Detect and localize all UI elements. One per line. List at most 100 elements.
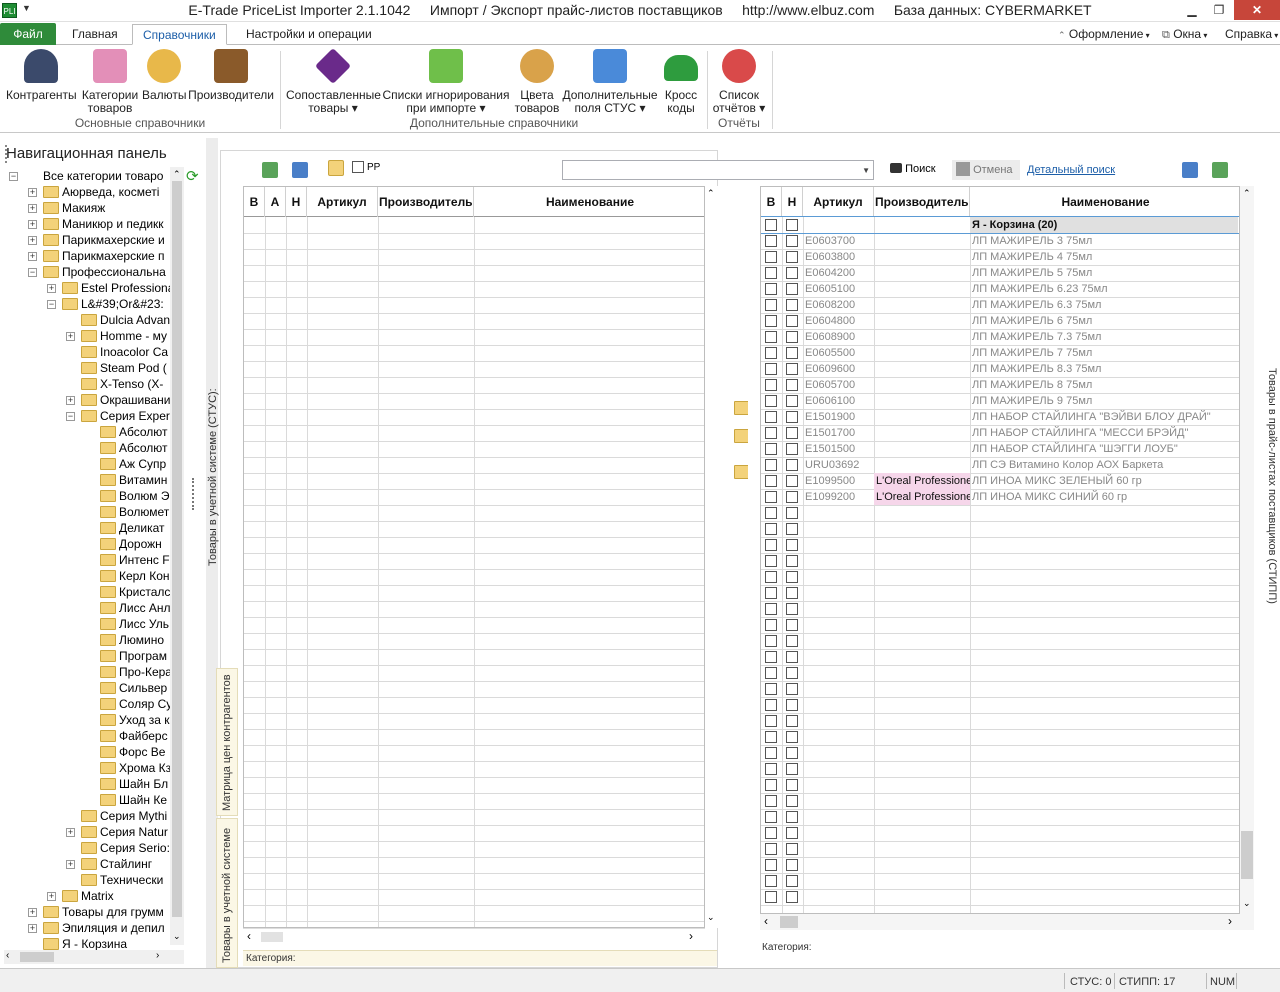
col-header-a[interactable]: А — [265, 187, 286, 217]
checkbox-v[interactable] — [765, 507, 777, 519]
mapped-goods-button[interactable]: Сопоставленные товары ▾ — [286, 47, 381, 115]
table-row[interactable] — [761, 649, 1239, 665]
checkbox-n[interactable] — [786, 619, 798, 631]
tree-item[interactable]: + Серия Natur — [4, 824, 174, 840]
checkbox-n[interactable] — [786, 731, 798, 743]
checkbox-v[interactable] — [765, 763, 777, 775]
expand-icon[interactable]: + — [28, 204, 37, 213]
checkbox-n[interactable] — [786, 363, 798, 375]
expand-icon[interactable]: + — [47, 892, 56, 901]
checkbox-n[interactable] — [786, 571, 798, 583]
tree-item[interactable]: Шайн Бл — [4, 776, 174, 792]
collapse-icon[interactable]: − — [28, 268, 37, 277]
sort-icon[interactable] — [1182, 162, 1198, 178]
tree-item[interactable]: Интенс F — [4, 552, 174, 568]
checkbox-v[interactable] — [765, 667, 777, 679]
scroll-down-icon[interactable]: ⌄ — [1243, 898, 1251, 909]
tree-item[interactable]: Steam Pod ( — [4, 360, 174, 376]
col-header-n[interactable]: Н — [782, 187, 803, 217]
expand-icon[interactable]: + — [28, 908, 37, 917]
table-row[interactable] — [761, 665, 1239, 681]
table-row[interactable]: URU03692 ЛП СЭ Витамино Колор АОХ Баркета — [761, 457, 1239, 473]
checkbox-v[interactable] — [765, 283, 777, 295]
checkbox-v[interactable] — [765, 315, 777, 327]
col-header-name[interactable]: Наименование — [474, 187, 704, 217]
checkbox-v[interactable] — [765, 779, 777, 791]
tree-item[interactable]: + Парикмахерские п — [4, 248, 174, 264]
checkbox-v[interactable] — [765, 603, 777, 615]
currencies-button[interactable]: Валюты — [142, 49, 187, 102]
col-header-article[interactable]: Артикул — [307, 187, 378, 217]
col-header-v[interactable]: В — [761, 187, 782, 217]
checkbox-v[interactable] — [765, 331, 777, 343]
scroll-left-icon[interactable]: ‹ — [6, 950, 9, 961]
stipp-vertical-tab[interactable]: Товары в прайс-листах поставщиков (СТИПП… — [1262, 150, 1280, 968]
export-icon[interactable] — [1212, 162, 1228, 178]
checkbox-v[interactable] — [765, 443, 777, 455]
checkbox-v[interactable] — [765, 587, 777, 599]
checkbox-v[interactable] — [765, 843, 777, 855]
table-row[interactable] — [761, 569, 1239, 585]
col-header-manufacturer[interactable]: Производитель — [378, 187, 474, 217]
scroll-down-icon[interactable]: ⌄ — [707, 912, 715, 923]
table-row[interactable] — [761, 697, 1239, 713]
checkbox-v[interactable] — [765, 859, 777, 871]
table-row[interactable] — [761, 745, 1239, 761]
checkbox-n[interactable] — [786, 795, 798, 807]
checkbox-n[interactable] — [786, 299, 798, 311]
tree-item[interactable]: − Все категории товаро — [4, 168, 174, 184]
checkbox-n[interactable] — [786, 459, 798, 471]
tree-item[interactable]: + Парикмахерские и — [4, 232, 174, 248]
checkbox-v[interactable] — [765, 267, 777, 279]
scroll-thumb[interactable] — [261, 932, 283, 942]
tab-price-matrix[interactable]: Матрица цен контрагентов — [216, 668, 238, 816]
ignore-lists-button[interactable]: Списки игнорирования при импорте ▾ — [382, 49, 510, 115]
checkbox-n[interactable] — [786, 683, 798, 695]
scroll-left-icon[interactable]: ‹ — [764, 914, 768, 928]
sort-icon[interactable] — [292, 162, 308, 178]
search-button[interactable]: Поиск — [890, 163, 936, 175]
expand-icon[interactable]: + — [47, 284, 56, 293]
expand-icon[interactable]: + — [66, 828, 75, 837]
tree-item[interactable]: Керл Кон — [4, 568, 174, 584]
checkbox-n[interactable] — [786, 811, 798, 823]
tab-directories[interactable]: Справочники — [132, 24, 227, 45]
search-input[interactable]: ▼ — [562, 160, 874, 180]
tree-horizontal-scrollbar[interactable]: ‹ › — [4, 950, 184, 964]
category-tree[interactable]: − Все категории товаро + Аюрведа, косметi + М… — [4, 166, 184, 952]
scroll-right-icon[interactable]: › — [156, 950, 159, 961]
tree-item[interactable]: Серия Mythi — [4, 808, 174, 824]
table-row[interactable] — [761, 521, 1239, 537]
checkbox-v[interactable] — [765, 619, 777, 631]
tree-item[interactable]: − Серия Exper — [4, 408, 174, 424]
tree-item[interactable]: Лисс Уль — [4, 616, 174, 632]
maximize-button[interactable]: ❐ — [1205, 0, 1233, 20]
tree-item[interactable]: Серия Serio: — [4, 840, 174, 856]
checkbox-n[interactable] — [786, 507, 798, 519]
table-row[interactable] — [761, 537, 1239, 553]
tree-item[interactable]: + Аюрведа, косметi — [4, 184, 174, 200]
tree-item[interactable]: + Стайлинг — [4, 856, 174, 872]
checkbox-v[interactable] — [765, 795, 777, 807]
expand-icon[interactable]: + — [66, 860, 75, 869]
checkbox-n[interactable] — [786, 491, 798, 503]
checkbox-n[interactable] — [786, 427, 798, 439]
table-row[interactable]: E0605100 ЛП МАЖИРЕЛЬ 6.23 75мл — [761, 281, 1239, 297]
checkbox-v[interactable] — [765, 379, 777, 391]
splitter-grip[interactable] — [192, 478, 195, 510]
checkbox-n[interactable] — [786, 603, 798, 615]
checkbox-n[interactable] — [786, 747, 798, 759]
checkbox-v[interactable] — [765, 427, 777, 439]
chevron-down-icon[interactable]: ▼ — [862, 166, 870, 175]
checkbox-v[interactable] — [765, 235, 777, 247]
table-row[interactable]: E1501500 ЛП НАБОР СТАЙЛИНГА "ШЭГГИ ЛОУБ" — [761, 441, 1239, 457]
col-header-article[interactable]: Артикул — [803, 187, 874, 217]
table-row[interactable]: E1501700 ЛП НАБОР СТАЙЛИНГА "МЕССИ БРЭЙД" — [761, 425, 1239, 441]
checkbox-n[interactable] — [786, 859, 798, 871]
scroll-up-icon[interactable]: ⌃ — [1243, 188, 1251, 199]
checkbox-n[interactable] — [786, 635, 798, 647]
tree-item[interactable]: Програм — [4, 648, 174, 664]
col-header-v[interactable]: В — [244, 187, 265, 217]
checkbox-v[interactable] — [765, 539, 777, 551]
tree-item[interactable]: + Товары для грумм — [4, 904, 174, 920]
